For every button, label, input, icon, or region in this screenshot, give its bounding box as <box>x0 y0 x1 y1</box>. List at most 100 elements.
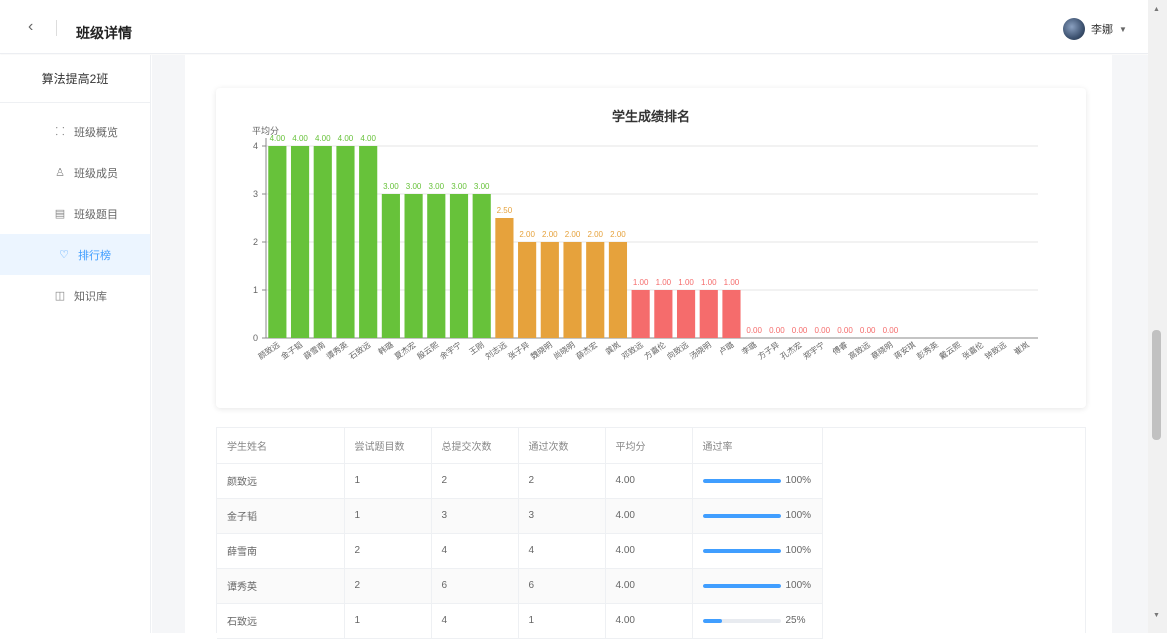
vertical-scrollbar[interactable]: ▲ ▼ <box>1148 0 1167 633</box>
chart-bar <box>290 146 310 338</box>
x-tick-label: 钟致远 <box>983 339 1008 361</box>
x-tick-label: 金子韬 <box>279 339 304 361</box>
chart-bar <box>563 242 582 338</box>
cell-rate: 100% <box>692 463 823 499</box>
cell-passes: 2 <box>518 463 606 499</box>
trophy-icon: ♡ <box>59 249 69 261</box>
pass-rate-label: 100% <box>785 545 812 556</box>
data-label: 2.50 <box>497 206 513 215</box>
x-tick-label: 殷云熙 <box>415 339 440 361</box>
chart-bar <box>699 290 718 338</box>
x-tick-label: 张子异 <box>506 340 531 361</box>
data-label: 3.00 <box>474 182 490 191</box>
cell-passes: 4 <box>518 533 606 569</box>
x-tick-label: 薛杰宏 <box>574 339 599 361</box>
chart-bar <box>404 194 423 338</box>
cell-name: 颜致远 <box>217 463 345 499</box>
cell-name: 薛雪南 <box>217 533 345 569</box>
table-header-row: 学生姓名 尝试题目数 总提交次数 通过次数 平均分 通过率 <box>217 428 823 464</box>
user-menu[interactable]: 李娜 ▼ <box>1063 18 1127 40</box>
cell-passes: 3 <box>518 498 606 534</box>
data-label: 4.00 <box>292 134 308 143</box>
chart-bar <box>313 146 332 338</box>
class-name: 算法提高2班 <box>0 55 150 103</box>
sidebar-item-label: 知识库 <box>74 290 107 303</box>
data-label: 0.00 <box>792 326 808 335</box>
table-row: 金子韬 1 3 3 4.00 100% <box>217 498 823 534</box>
chart-bar <box>268 146 287 338</box>
x-tick-label: 彭秀英 <box>915 339 940 361</box>
x-tick-label: 夏杰宏 <box>392 339 417 361</box>
sidebar-item-2[interactable]: ▤ 班级题目 <box>0 193 150 234</box>
data-label: 2.00 <box>542 230 558 239</box>
cell-submits: 4 <box>431 533 519 569</box>
caret-down-icon: ▼ <box>1119 24 1127 34</box>
pass-rate-bar <box>702 478 781 483</box>
pass-rate-label: 100% <box>785 580 812 591</box>
x-tick-label: 方嘉伦 <box>642 339 667 361</box>
cell-rate: 100% <box>692 533 823 569</box>
data-label: 2.00 <box>565 230 581 239</box>
chart-bar <box>631 290 650 338</box>
scroll-down-icon[interactable]: ▼ <box>1153 612 1160 619</box>
x-tick-label: 余宇宁 <box>438 339 463 361</box>
chevron-left-icon[interactable]: ‹ <box>28 18 33 36</box>
pass-rate-label: 100% <box>785 510 812 521</box>
column-header: 总提交次数 <box>431 428 519 464</box>
cell-name: 谭秀英 <box>217 568 345 604</box>
table-body: 颜致远 1 2 2 4.00 100% 金子韬 1 3 3 4.00 100% 薛雪南 2 4 4 4.00 10… <box>217 463 823 639</box>
data-label: 4.00 <box>360 134 376 143</box>
cell-avg: 4.00 <box>605 568 693 604</box>
data-label: 1.00 <box>701 278 717 287</box>
chart-bar <box>427 194 446 338</box>
data-label: 0.00 <box>746 326 762 335</box>
chart-bar <box>540 242 559 338</box>
chart-card: 学生成绩排名 0 1 2 3 4 平均分 4.00 颜致远 4.00 金子韬 4.00 薛雪南 4.00… <box>216 88 1086 408</box>
column-header: 通过率 <box>692 428 823 464</box>
data-label: 2.00 <box>519 230 535 239</box>
x-tick-label: 郑宇宁 <box>801 339 826 361</box>
chart-bar <box>381 194 400 338</box>
chart-bar <box>722 290 741 338</box>
data-label: 3.00 <box>451 182 467 191</box>
x-tick-label: 石致远 <box>347 339 372 361</box>
data-label: 4.00 <box>315 134 331 143</box>
x-tick-label: 向致远 <box>665 339 690 361</box>
cell-tried: 2 <box>344 533 432 569</box>
y-tick-label: 0 <box>253 333 258 343</box>
x-tick-label: 尚晓明 <box>551 339 576 361</box>
data-label: 3.00 <box>429 182 445 191</box>
sidebar-item-1[interactable]: ♙ 班级成员 <box>0 152 150 193</box>
scrollbar-thumb[interactable] <box>1152 330 1161 440</box>
sidebar-item-4[interactable]: ◫ 知识库 <box>0 275 150 316</box>
data-label: 2.00 <box>587 230 603 239</box>
user-icon: ♙ <box>55 167 65 179</box>
chart-bar <box>676 290 696 338</box>
cell-tried: 2 <box>344 568 432 604</box>
sidebar: 算法提高2班 ⸬ 班级概览 ♙ 班级成员 ▤ 班级题目 ♡ 排行榜 ◫ 知识库 <box>0 55 151 633</box>
y-tick-label: 2 <box>253 237 258 247</box>
sidebar-item-0[interactable]: ⸬ 班级概览 <box>0 111 150 152</box>
sidebar-item-3[interactable]: ♡ 排行榜 <box>0 234 150 275</box>
chart-bar <box>495 218 514 338</box>
top-bar: ‹ 班级详情 李娜 ▼ <box>0 0 1148 54</box>
y-tick-label: 1 <box>253 285 258 295</box>
x-tick-label: 高致远 <box>846 339 871 361</box>
cell-passes: 6 <box>518 568 606 604</box>
x-tick-label: 蒋安琪 <box>892 339 917 361</box>
column-header: 学生姓名 <box>217 428 345 464</box>
x-tick-label: 卢璐 <box>717 339 736 356</box>
sidebar-item-label: 排行榜 <box>78 249 111 262</box>
column-header: 通过次数 <box>518 428 606 464</box>
sidebar-item-label: 班级题目 <box>74 208 118 221</box>
cell-rate: 100% <box>692 568 823 604</box>
chart-bar <box>608 242 628 338</box>
data-label: 4.00 <box>338 134 354 143</box>
data-label: 4.00 <box>270 134 286 143</box>
x-tick-label: 孔杰宏 <box>778 339 803 361</box>
y-tick-label: 3 <box>253 189 258 199</box>
avatar <box>1063 18 1085 40</box>
scroll-up-icon[interactable]: ▲ <box>1153 6 1160 13</box>
cell-avg: 4.00 <box>605 533 693 569</box>
main-area: 学生成绩排名 0 1 2 3 4 平均分 4.00 颜致远 4.00 金子韬 4.00 薛雪南 4.00… <box>152 55 1148 639</box>
